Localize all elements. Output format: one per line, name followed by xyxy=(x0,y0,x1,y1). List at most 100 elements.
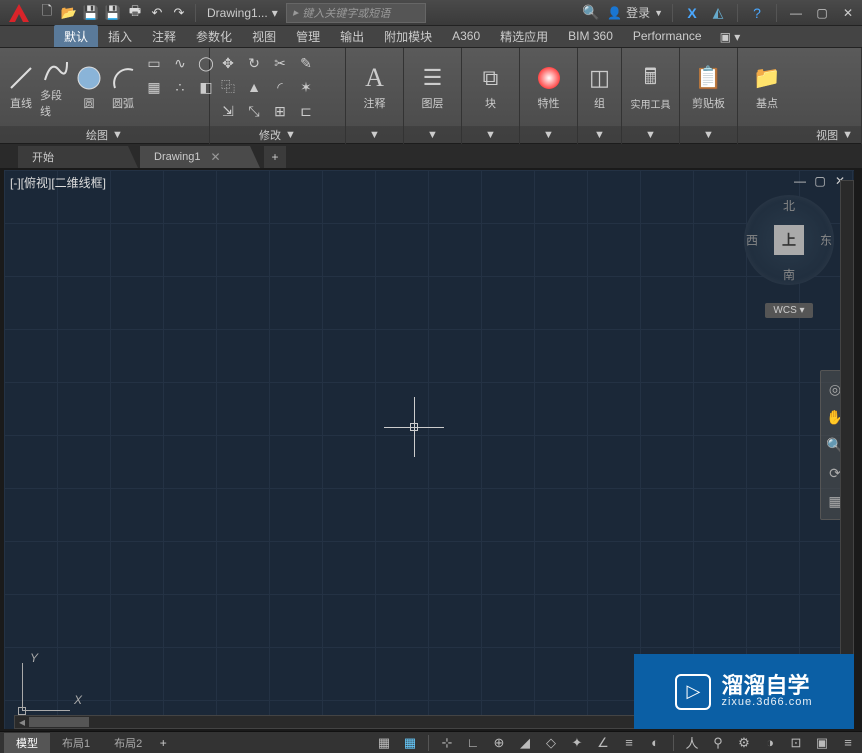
file-tab-drawing1[interactable]: Drawing1 ✕ xyxy=(140,146,260,168)
ribbon-tab-insert[interactable]: 插入 xyxy=(98,25,142,47)
spline-icon[interactable]: ∿ xyxy=(168,52,192,74)
viewport-controls[interactable]: [-][俯视][二维线框] xyxy=(10,174,106,191)
workspace-switch[interactable]: ⚙ xyxy=(734,734,754,752)
tool-clipboard[interactable]: 📋 剪贴板 xyxy=(686,63,731,111)
lineweight-toggle[interactable]: ≡ xyxy=(619,734,639,752)
wcs-dropdown[interactable]: WCS ▾ xyxy=(765,303,812,318)
panel-block-label[interactable]: ▼ xyxy=(462,126,519,144)
panel-base-label[interactable]: 视图 ▼ xyxy=(738,126,861,144)
erase-icon[interactable]: ✎ xyxy=(294,52,318,74)
saveas-icon[interactable]: 💾 xyxy=(104,4,122,22)
viewcube-north[interactable]: 北 xyxy=(783,197,795,214)
new-tab-button[interactable]: + xyxy=(264,146,286,168)
point-icon[interactable]: ∴ xyxy=(168,76,192,98)
drawing-area[interactable]: [-][俯视][二维线框] — ▢ ✕ Y X 北 南 西 东 上 WCS ▾ … xyxy=(4,170,854,729)
redo-icon[interactable]: ↷ xyxy=(170,4,188,22)
undo-icon[interactable]: ↶ xyxy=(148,4,166,22)
customize-status[interactable]: ≡ xyxy=(838,734,858,752)
plot-icon[interactable]: 🖶 xyxy=(126,4,144,22)
scale-icon[interactable]: ⤡ xyxy=(242,100,266,122)
search-icon[interactable]: 🔍 xyxy=(581,3,601,23)
tool-text[interactable]: A 注释 xyxy=(352,63,397,111)
panel-annotate-label[interactable]: ▼ xyxy=(346,126,403,144)
ribbon-tab-parametric[interactable]: 参数化 xyxy=(186,25,242,47)
save-icon[interactable]: 💾 xyxy=(82,4,100,22)
ribbon-tab-output[interactable]: 输出 xyxy=(330,25,374,47)
rectangle-icon[interactable]: ▭ xyxy=(142,52,166,74)
ribbon-tab-manage[interactable]: 管理 xyxy=(286,25,330,47)
array-icon[interactable]: ⊞ xyxy=(268,100,292,122)
file-tab-start[interactable]: 开始 xyxy=(18,146,138,168)
ucs-icon[interactable]: Y X xyxy=(22,651,82,711)
help-search-input[interactable]: ▸ 键入关键字或短语 xyxy=(286,3,426,23)
rotate-icon[interactable]: ↻ xyxy=(242,52,266,74)
ribbon-tab-extra[interactable]: ▣ ▾ xyxy=(712,27,749,47)
minimize-button[interactable]: — xyxy=(786,5,806,21)
tool-base[interactable]: 📁 基点 xyxy=(744,63,790,111)
ribbon-tab-default[interactable]: 默认 xyxy=(54,25,98,47)
ribbon-tab-a360[interactable]: A360 xyxy=(442,25,490,47)
annotation-scale[interactable]: 人 xyxy=(682,734,702,752)
ribbon-tab-bim360[interactable]: BIM 360 xyxy=(558,25,623,47)
vp-minimize-button[interactable]: — xyxy=(792,174,808,188)
ortho-toggle[interactable]: ∟ xyxy=(463,734,483,752)
move-icon[interactable]: ✥ xyxy=(216,52,240,74)
scroll-left-icon[interactable]: ◂ xyxy=(15,716,29,728)
viewcube-east[interactable]: 东 xyxy=(820,232,832,249)
exchange-icon[interactable]: X xyxy=(682,3,702,23)
open-icon[interactable]: 📂 xyxy=(60,4,78,22)
clean-screen[interactable]: ▣ xyxy=(812,734,832,752)
panel-modify-label[interactable]: 修改 ▼ xyxy=(210,126,345,144)
trim-icon[interactable]: ✂ xyxy=(268,52,292,74)
panel-util-label[interactable]: ▼ xyxy=(622,126,679,144)
annotation-visibility[interactable]: ⚲ xyxy=(708,734,728,752)
ribbon-tab-performance[interactable]: Performance xyxy=(623,25,712,47)
ribbon-tab-featured[interactable]: 精选应用 xyxy=(490,25,558,47)
tool-circle[interactable]: 圆 xyxy=(74,63,104,111)
vertical-scrollbar[interactable] xyxy=(840,180,854,711)
help-icon[interactable]: ? xyxy=(747,3,767,23)
polar-toggle[interactable]: ⊕ xyxy=(489,734,509,752)
mirror-icon[interactable]: ▲ xyxy=(242,76,266,98)
panel-property-label[interactable]: ▼ xyxy=(520,126,577,144)
vp-maximize-button[interactable]: ▢ xyxy=(812,174,828,188)
viewcube-top[interactable]: 上 xyxy=(774,225,804,255)
tool-util[interactable]: 🖩 实用工具 xyxy=(628,64,673,111)
ribbon-tab-annotate[interactable]: 注释 xyxy=(142,25,186,47)
ribbon-tab-view[interactable]: 视图 xyxy=(242,25,286,47)
viewcube-south[interactable]: 南 xyxy=(783,266,795,283)
panel-group-label[interactable]: ▼ xyxy=(578,126,621,144)
3dosnap-toggle[interactable]: ✦ xyxy=(567,734,587,752)
hardware-accel[interactable]: ⊡ xyxy=(786,734,806,752)
ribbon-tab-addins[interactable]: 附加模块 xyxy=(374,25,442,47)
otrack-toggle[interactable]: ∠ xyxy=(593,734,613,752)
copy-icon[interactable]: ⿻ xyxy=(216,76,240,98)
panel-draw-label[interactable]: 绘图 ▼ xyxy=(0,126,209,144)
tool-block[interactable]: ⧉ 块 xyxy=(468,63,513,111)
fillet-icon[interactable]: ◜ xyxy=(268,76,292,98)
hatch-icon[interactable]: ▦ xyxy=(142,76,166,98)
offset-icon[interactable]: ⊏ xyxy=(294,100,318,122)
viewcube-west[interactable]: 西 xyxy=(746,232,758,249)
new-icon[interactable]: 🗋 xyxy=(38,4,56,22)
add-layout-button[interactable]: + xyxy=(154,736,172,750)
tool-layer[interactable]: ☰ 图层 xyxy=(410,63,455,111)
close-icon[interactable]: ✕ xyxy=(210,150,220,164)
grid-toggle[interactable]: ▦ xyxy=(400,734,420,752)
isolate-objects[interactable]: ◑ xyxy=(760,734,780,752)
document-title[interactable]: Drawing1... ▾ xyxy=(207,6,278,20)
transparency-toggle[interactable]: ◐ xyxy=(645,734,665,752)
tool-arc[interactable]: 圆弧 xyxy=(108,63,138,111)
stretch-icon[interactable]: ⇲ xyxy=(216,100,240,122)
explode-icon[interactable]: ✶ xyxy=(294,76,318,98)
tool-group[interactable]: ◫ 组 xyxy=(584,63,615,111)
autodesk-icon[interactable]: ◭ xyxy=(708,3,728,23)
tool-line[interactable]: 直线 xyxy=(6,63,36,111)
model-paper-toggle[interactable]: ▦ xyxy=(374,734,394,752)
scrollbar-thumb[interactable] xyxy=(29,717,89,727)
panel-layer-label[interactable]: ▼ xyxy=(404,126,461,144)
tool-polyline[interactable]: 多段线 xyxy=(40,55,70,119)
snap-toggle[interactable]: ⊹ xyxy=(437,734,457,752)
signin-button[interactable]: 👤 登录 ▼ xyxy=(607,4,663,21)
viewcube[interactable]: 北 南 西 东 上 WCS ▾ xyxy=(744,195,834,318)
